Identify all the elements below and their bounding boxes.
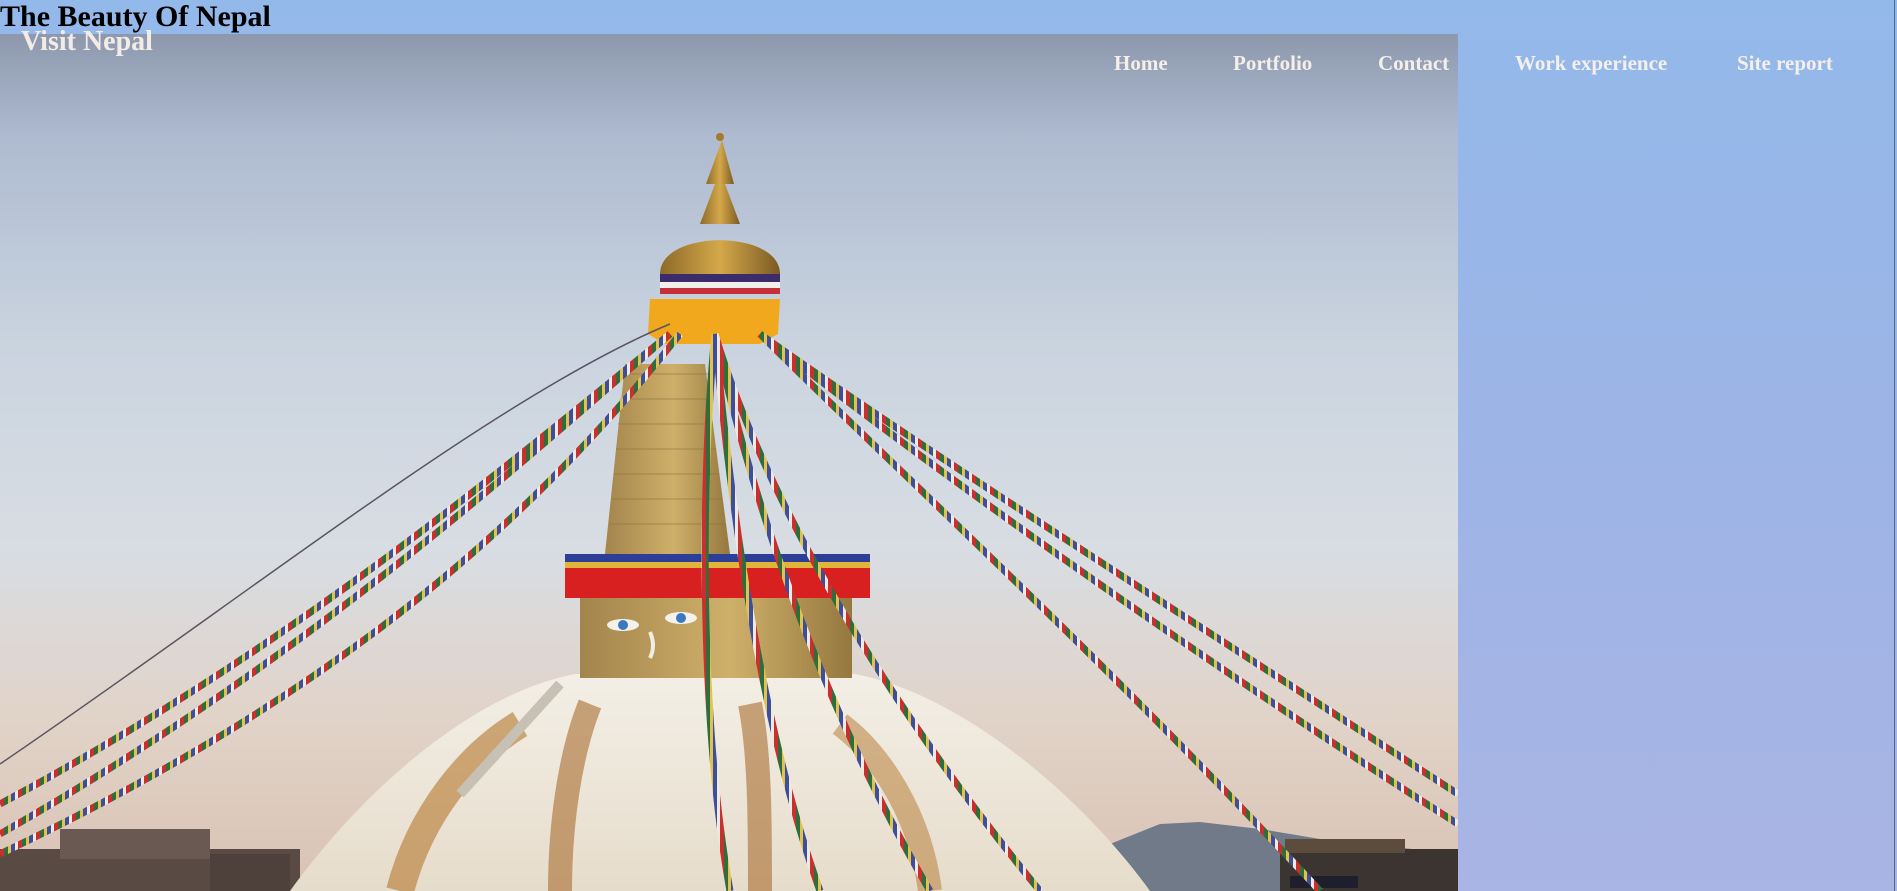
hero-image bbox=[0, 34, 1458, 891]
nav-site-report[interactable]: Site report bbox=[1737, 49, 1833, 77]
nav-portfolio[interactable]: Portfolio bbox=[1233, 49, 1312, 77]
left-buildings bbox=[0, 829, 300, 891]
nav-contact[interactable]: Contact bbox=[1378, 49, 1449, 77]
nav-work-experience[interactable]: Work experience bbox=[1515, 49, 1667, 77]
right-buildings bbox=[1280, 839, 1458, 891]
nav-home[interactable]: Home bbox=[1114, 49, 1168, 77]
main-nav: Home Portfolio Contact Work experience S… bbox=[0, 49, 1897, 79]
page-right-border bbox=[1894, 0, 1895, 891]
